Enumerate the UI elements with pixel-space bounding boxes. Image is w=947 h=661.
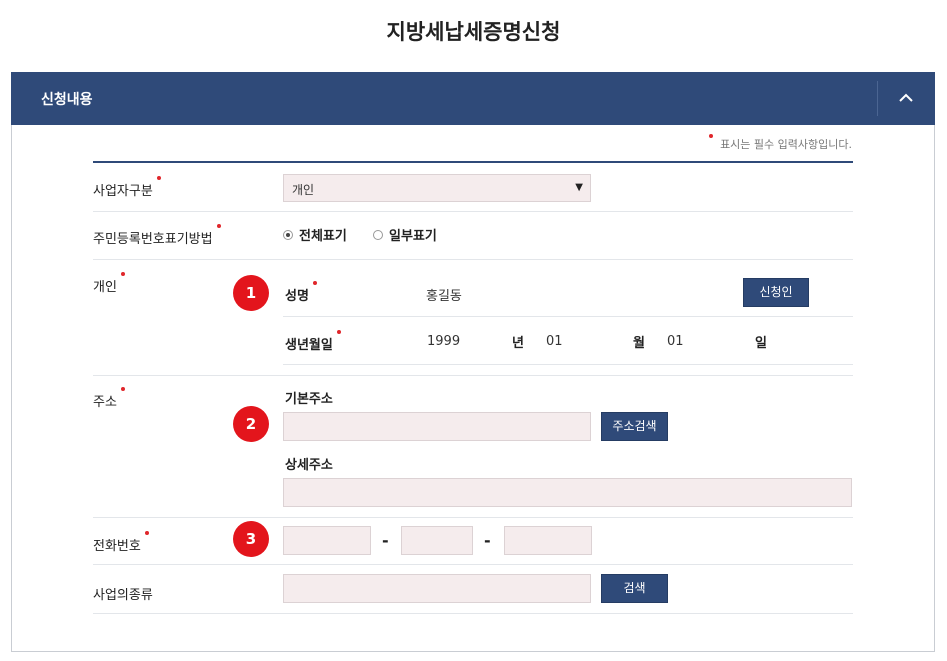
- detail-address-input[interactable]: [283, 478, 852, 507]
- radio-full-display-label: 전체표기: [299, 229, 347, 244]
- required-marker: [312, 281, 317, 285]
- phone-label: 전화번호: [93, 531, 149, 554]
- basic-address-input[interactable]: [283, 412, 591, 441]
- basic-address-label: 기본주소: [285, 392, 333, 407]
- individual-label-text: 개인: [93, 280, 117, 295]
- phone-separator: -: [484, 531, 491, 550]
- day-unit: 일: [755, 336, 767, 351]
- business-kind-input[interactable]: [283, 574, 591, 603]
- phone-part1-input[interactable]: [283, 526, 371, 555]
- step-badge-1: 1: [233, 275, 269, 311]
- address-label-text: 주소: [93, 395, 117, 410]
- step-badge-2: 2: [233, 406, 269, 442]
- collapse-button[interactable]: [878, 72, 935, 125]
- phone-label-text: 전화번호: [93, 539, 141, 554]
- address-search-button[interactable]: 주소검색: [601, 412, 668, 441]
- row-divider: [93, 564, 853, 565]
- name-label: 성명: [285, 281, 317, 304]
- individual-label: 개인: [93, 272, 125, 295]
- phone-part3-input[interactable]: [504, 526, 592, 555]
- radio-unchecked-icon: [373, 229, 383, 240]
- month-unit: 월: [633, 336, 645, 351]
- row-divider: [93, 375, 853, 376]
- phone-separator: -: [382, 531, 389, 550]
- required-marker: [120, 272, 125, 276]
- business-kind-label: 사업의종류: [93, 588, 153, 603]
- phone-part2-input[interactable]: [401, 526, 473, 555]
- birth-year: 1999: [427, 334, 461, 349]
- required-marker: [120, 387, 125, 391]
- business-type-selected: 개인: [292, 183, 315, 197]
- business-kind-search-button[interactable]: 검색: [601, 574, 668, 603]
- chevron-up-icon: [899, 93, 913, 102]
- name-value: 홍길동: [426, 289, 462, 304]
- required-note-text: 표시는 필수 입력사항입니다.: [720, 138, 852, 151]
- panel-header: 신청내용: [11, 72, 935, 125]
- birth-label: 생년월일: [285, 330, 341, 353]
- name-label-text: 성명: [285, 289, 309, 304]
- required-marker: [216, 224, 221, 228]
- id-display-label-text: 주민등록번호표기방법: [93, 232, 213, 247]
- row-divider: [283, 364, 853, 365]
- required-marker: [156, 176, 161, 180]
- row-divider: [283, 316, 853, 317]
- business-type-label: 사업자구분: [93, 176, 161, 199]
- required-marker: [336, 330, 341, 334]
- radio-partial-display[interactable]: 일부표기: [373, 225, 437, 244]
- birth-label-text: 생년월일: [285, 338, 333, 353]
- id-display-label: 주민등록번호표기방법: [93, 224, 221, 247]
- birth-day: 01: [667, 334, 684, 349]
- required-note: 표시는 필수 입력사항입니다.: [709, 134, 852, 152]
- radio-checked-icon: [283, 229, 293, 240]
- address-label: 주소: [93, 387, 125, 410]
- step-badge-3: 3: [233, 521, 269, 557]
- row-divider: [93, 211, 853, 212]
- application-panel: [11, 72, 935, 652]
- business-type-select[interactable]: 개인 ▼: [283, 174, 591, 202]
- dropdown-arrow-icon: ▼: [575, 182, 583, 193]
- birth-month: 01: [546, 334, 563, 349]
- form-top-rule: [93, 161, 853, 163]
- detail-address-label: 상세주소: [285, 458, 333, 473]
- year-unit: 년: [512, 336, 524, 351]
- radio-partial-display-label: 일부표기: [389, 229, 437, 244]
- row-divider: [93, 517, 853, 518]
- page-title: 지방세납세증명신청: [386, 20, 561, 44]
- required-marker: [144, 531, 149, 535]
- panel-title: 신청내용: [41, 92, 93, 108]
- radio-full-display[interactable]: 전체표기: [283, 225, 347, 244]
- business-type-label-text: 사업자구분: [93, 184, 153, 199]
- row-divider: [93, 613, 853, 614]
- row-divider: [93, 259, 853, 260]
- applicant-button[interactable]: 신청인: [743, 278, 809, 307]
